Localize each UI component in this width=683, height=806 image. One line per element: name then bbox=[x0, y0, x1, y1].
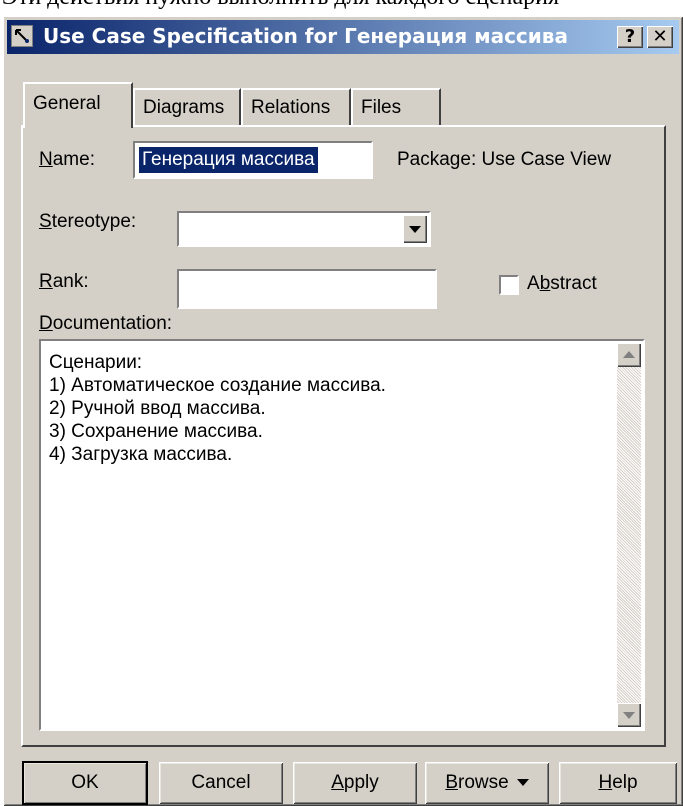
documentation-line: 3) Сохранение массива. bbox=[49, 421, 263, 442]
rank-input[interactable] bbox=[177, 269, 437, 309]
documentation-line: 2) Ручной ввод массива. bbox=[49, 398, 266, 419]
title-bar[interactable]: Use Case Specification for Генерация мас… bbox=[7, 20, 679, 54]
tab-diagrams-label: Diagrams bbox=[143, 97, 225, 118]
help-button[interactable]: Help bbox=[559, 762, 677, 804]
rank-label: Rank: bbox=[39, 271, 89, 292]
cancel-button[interactable]: Cancel bbox=[159, 762, 283, 804]
help-title-button[interactable]: ? bbox=[617, 26, 643, 48]
abstract-checkbox[interactable] bbox=[499, 275, 519, 295]
tab-general-label: General bbox=[33, 93, 101, 114]
chevron-down-icon bbox=[516, 779, 529, 787]
tab-general[interactable]: General bbox=[23, 82, 133, 128]
documentation-scrollbar[interactable] bbox=[617, 343, 641, 727]
close-title-button[interactable]: ✕ bbox=[647, 26, 673, 48]
apply-button-label: Apply bbox=[331, 772, 379, 793]
browse-button[interactable]: Browse bbox=[425, 762, 549, 804]
close-icon: ✕ bbox=[652, 26, 668, 47]
name-label: Name: bbox=[39, 149, 95, 170]
use-case-specification-dialog: Use Case Specification for Генерация мас… bbox=[3, 16, 683, 806]
cancel-button-label: Cancel bbox=[191, 772, 251, 793]
stereotype-label: Stereotype: bbox=[39, 211, 137, 232]
documentation-textarea[interactable]: Сценарии: 1) Автоматическое создание мас… bbox=[39, 339, 645, 731]
stereotype-dropdown-button[interactable] bbox=[403, 215, 427, 243]
tab-relations[interactable]: Relations bbox=[241, 88, 351, 126]
documentation-text: Сценарии: 1) Автоматическое создание мас… bbox=[49, 351, 386, 466]
apply-button[interactable]: Apply bbox=[293, 762, 417, 804]
tab-files[interactable]: Files bbox=[351, 88, 441, 126]
name-input-value: Генерация массива bbox=[138, 146, 319, 174]
name-input[interactable]: Генерация массива bbox=[133, 141, 373, 179]
window-title: Use Case Specification for Генерация мас… bbox=[43, 24, 568, 48]
tab-files-label: Files bbox=[361, 97, 402, 118]
tab-diagrams[interactable]: Diagrams bbox=[133, 88, 241, 126]
documentation-line: Сценарии: bbox=[49, 352, 143, 373]
browse-button-label: Browse bbox=[445, 772, 509, 793]
help-button-label: Help bbox=[598, 772, 638, 793]
package-value: Use Case View bbox=[481, 149, 612, 170]
rose-app-icon bbox=[11, 25, 33, 47]
ok-button-label: OK bbox=[71, 772, 99, 793]
documentation-label: Documentation: bbox=[39, 313, 173, 334]
ok-button[interactable]: OK bbox=[22, 761, 148, 805]
background-document-text: Эти действия нужно выполнить для каждого… bbox=[2, 0, 683, 14]
abstract-label[interactable]: Abstract bbox=[527, 273, 597, 295]
stereotype-select[interactable] bbox=[177, 211, 431, 247]
package-info: Package: Use Case View bbox=[397, 149, 612, 170]
scroll-down-button[interactable] bbox=[617, 703, 641, 727]
documentation-line: 1) Автоматическое создание массива. bbox=[49, 375, 386, 396]
general-tab-panel: Name: Генерация массива Package: Use Cas… bbox=[21, 125, 666, 747]
scroll-up-button[interactable] bbox=[617, 343, 641, 367]
tab-relations-label: Relations bbox=[251, 97, 331, 118]
documentation-line: 4) Загрузка массива. bbox=[49, 444, 233, 465]
